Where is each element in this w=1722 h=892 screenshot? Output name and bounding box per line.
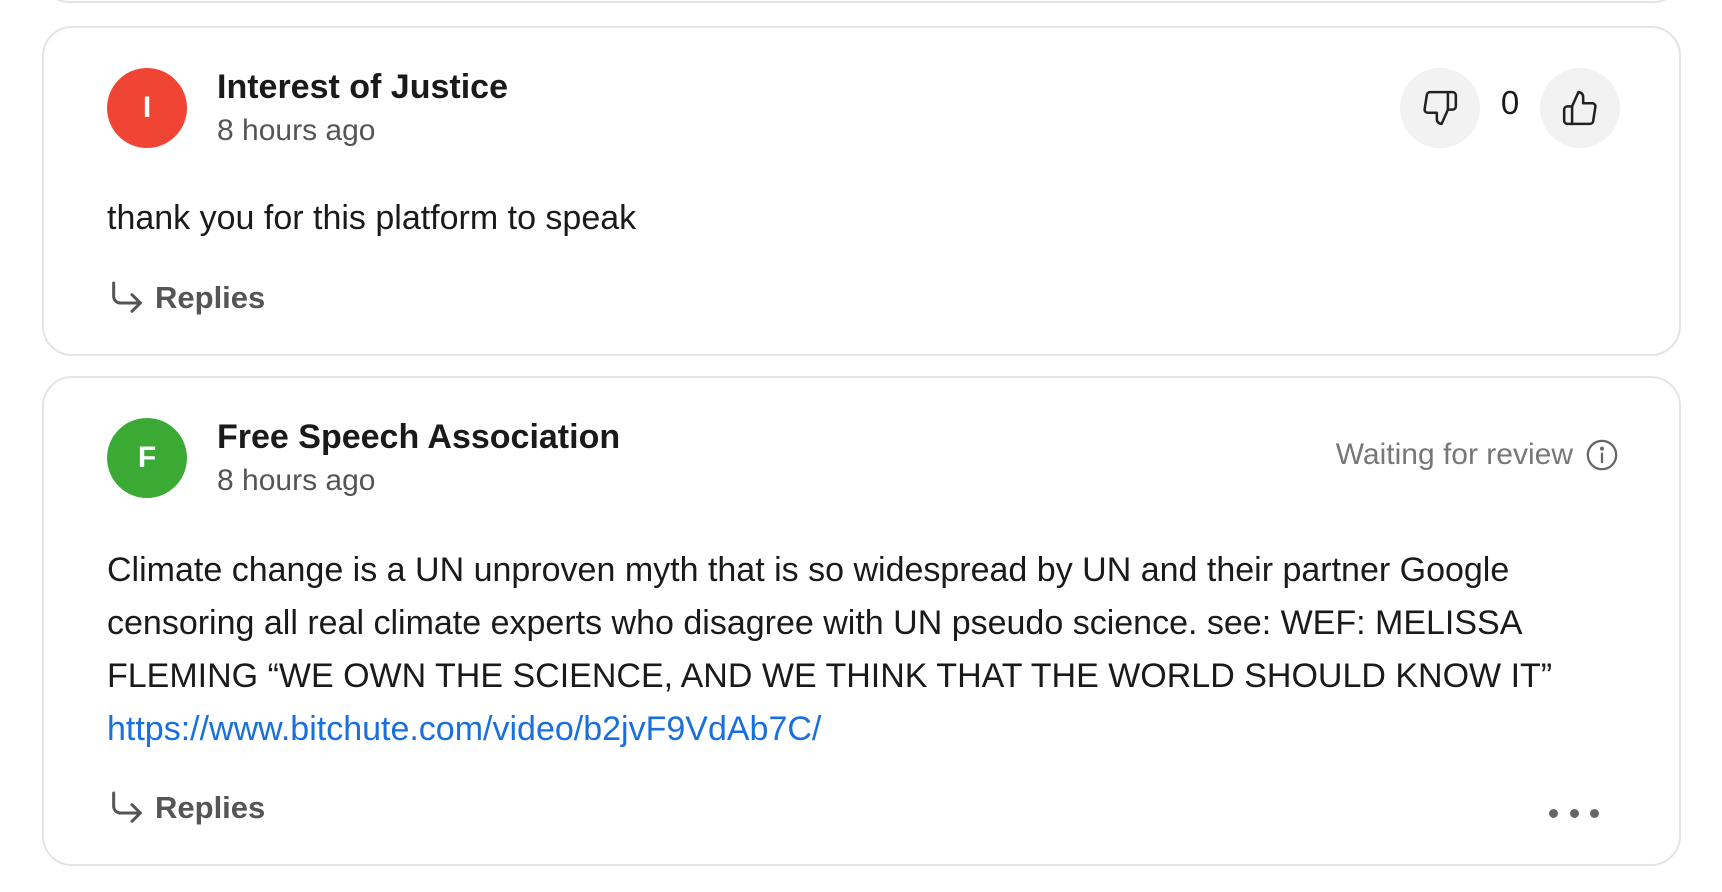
comment-card: I Interest of Justice 8 hours ago 0 than… <box>42 26 1681 356</box>
avatar: F <box>107 418 187 498</box>
comment-timestamp: 8 hours ago <box>217 114 376 147</box>
replies-button[interactable]: Replies <box>107 788 265 828</box>
thumbs-down-button[interactable] <box>1400 68 1480 148</box>
reply-arrow-icon <box>112 281 142 313</box>
comment-text: thank you for this platform to speak <box>107 199 637 237</box>
previous-comment-card-edge <box>42 0 1681 3</box>
comments-page: I Interest of Justice 8 hours ago 0 than… <box>0 0 1722 892</box>
comment-text: Climate change is a UN unproven myth tha… <box>107 544 1617 756</box>
comment-card: F Free Speech Association 8 hours ago Wa… <box>42 376 1681 866</box>
reply-arrow-icon <box>112 791 142 823</box>
thumbs-up-button[interactable] <box>1540 68 1620 148</box>
comment-text-content: Climate change is a UN unproven myth tha… <box>107 551 1553 695</box>
info-icon[interactable] <box>1585 438 1619 472</box>
review-status-label: Waiting for review <box>1335 438 1573 471</box>
thumbs-down-icon <box>1423 90 1458 126</box>
more-icon <box>1549 808 1558 818</box>
replies-button[interactable]: Replies <box>107 278 265 318</box>
vote-count: 0 <box>1500 84 1520 121</box>
more-options-button[interactable] <box>1549 798 1599 828</box>
comment-author: Interest of Justice <box>217 68 508 106</box>
comment-link[interactable]: https://www.bitchute.com/video/b2jvF9VdA… <box>107 710 821 748</box>
replies-label: Replies <box>155 280 266 315</box>
review-status: Waiting for review <box>1336 438 1619 472</box>
comment-author: Free Speech Association <box>217 418 621 456</box>
avatar: I <box>107 68 187 148</box>
avatar-letter: I <box>142 91 152 124</box>
avatar-letter: F <box>137 441 157 474</box>
thumbs-up-icon <box>1562 90 1597 126</box>
replies-label: Replies <box>155 790 266 825</box>
comment-timestamp: 8 hours ago <box>217 464 376 497</box>
